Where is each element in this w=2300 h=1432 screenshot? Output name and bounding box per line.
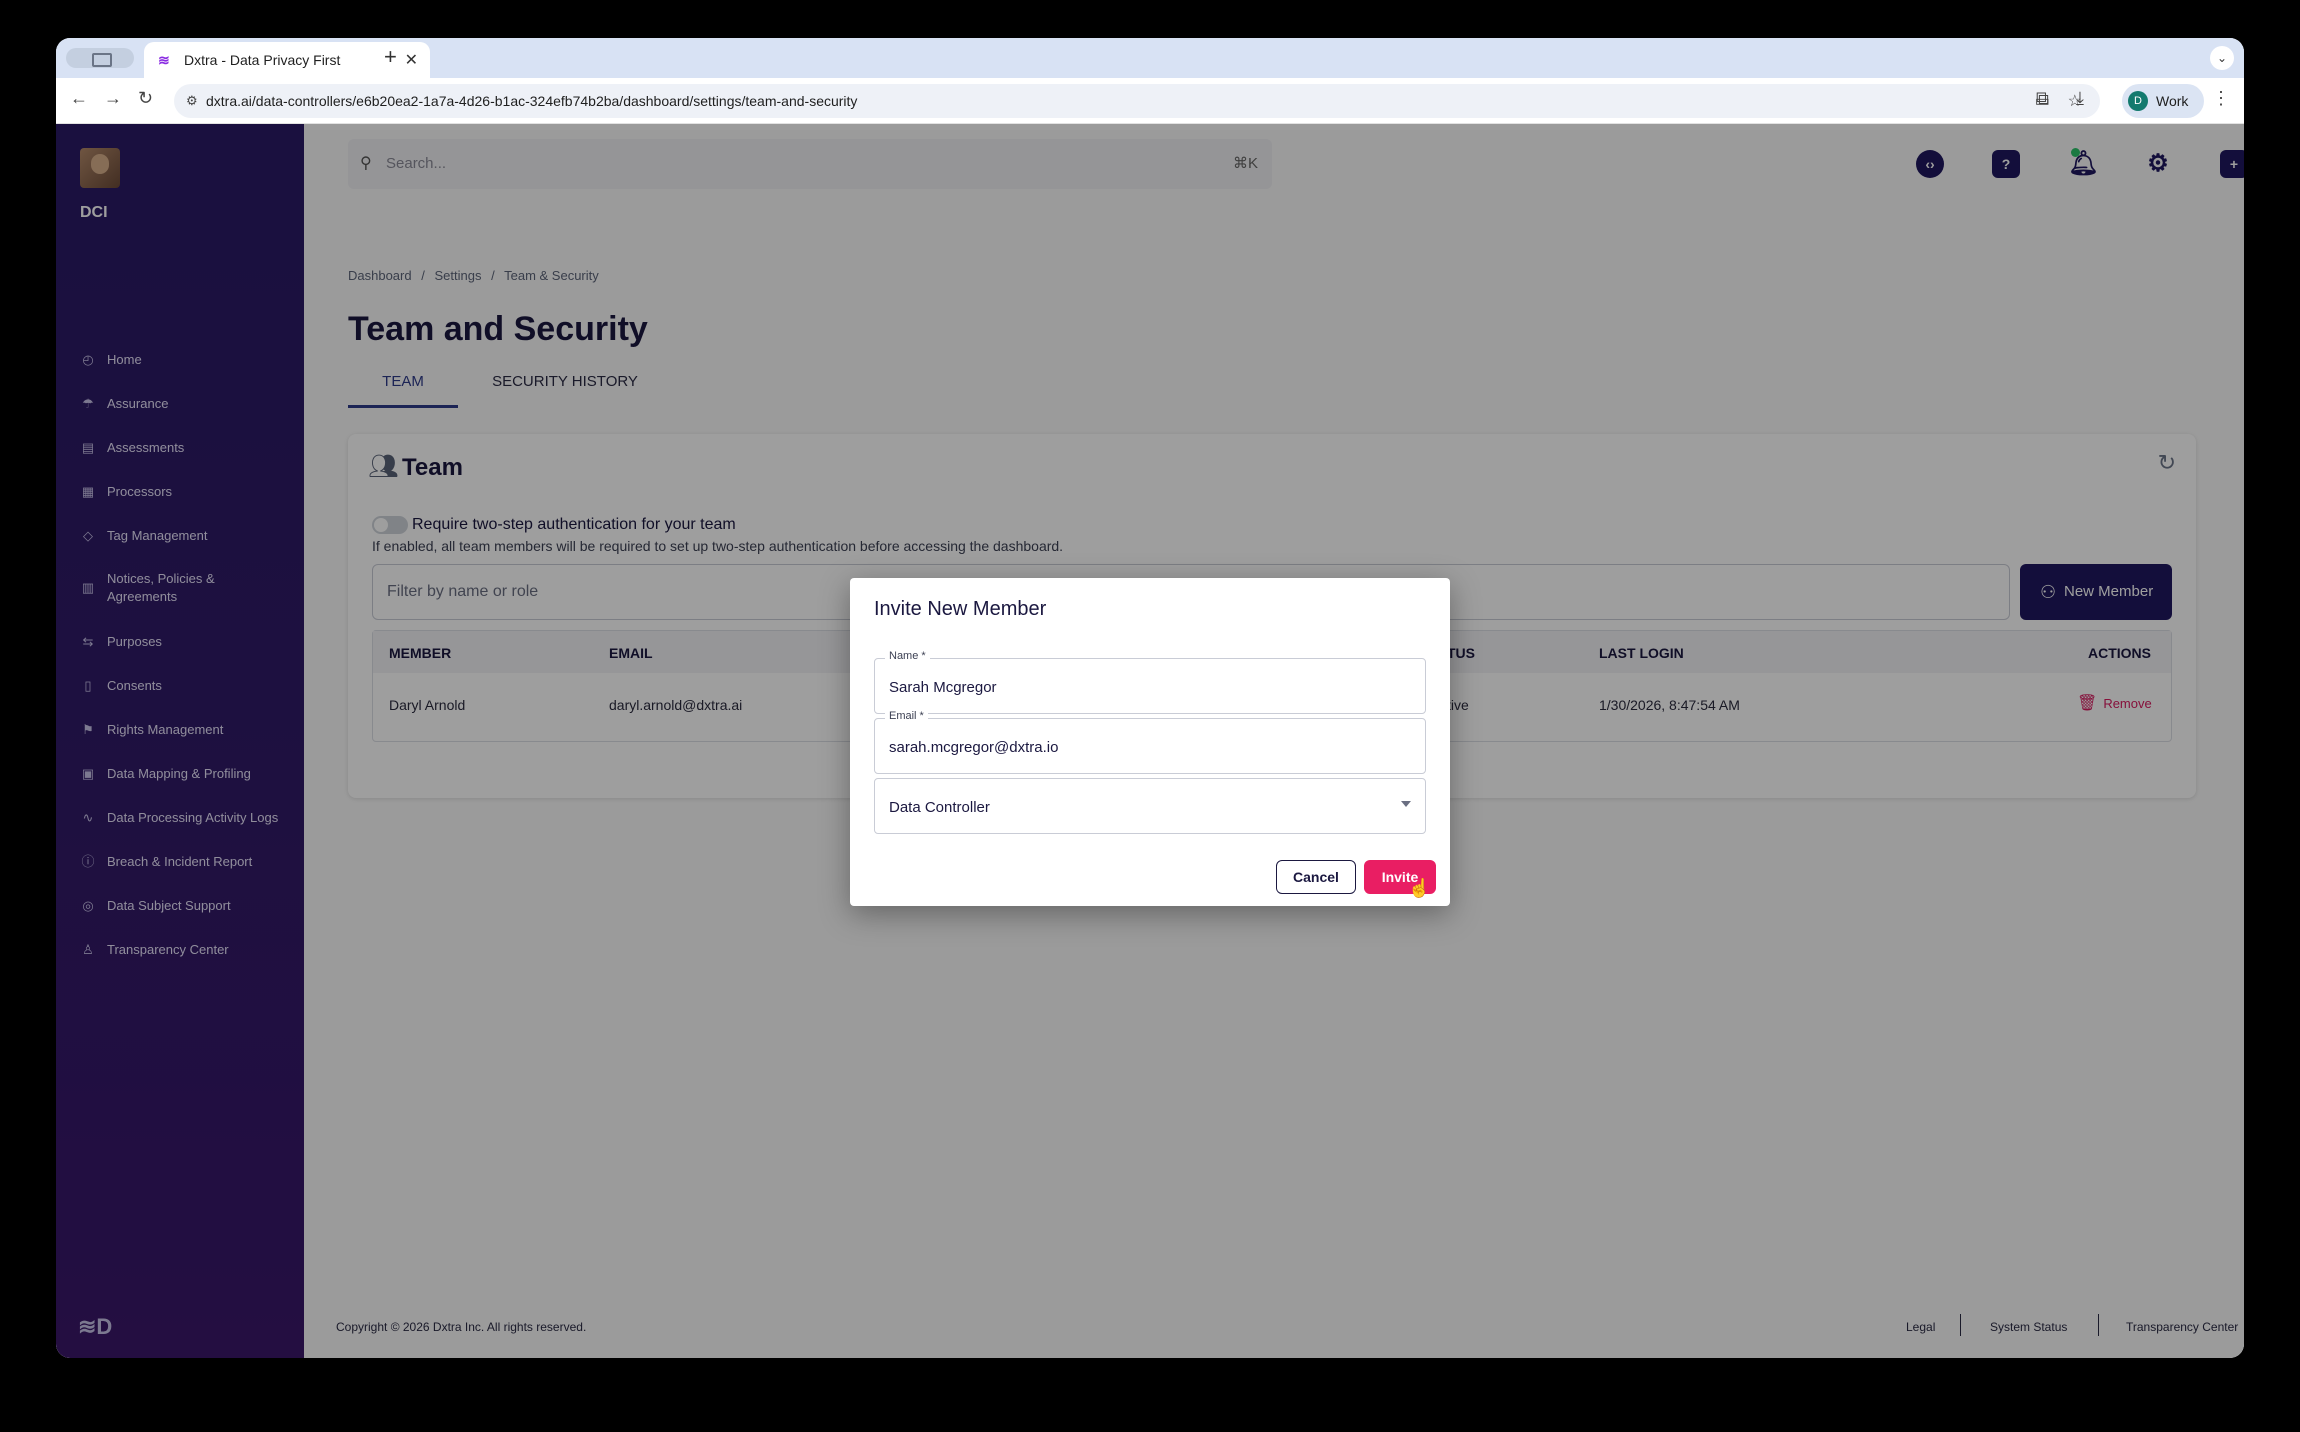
download-icon[interactable]: ⤓ [2076,88,2084,109]
profile-avatar: D [2128,91,2148,111]
reload-icon[interactable]: ↻ [138,88,153,109]
email-field[interactable]: Email * sarah.mcgregor@dxtra.io [874,710,1426,774]
name-field-value[interactable]: Sarah Mcgregor [889,679,997,696]
tab-title: Dxtra - Data Privacy First [184,52,341,68]
forward-icon[interactable]: → [104,88,122,109]
url-text[interactable]: dxtra.ai/data-controllers/e6b20ea2-1a7a-… [206,93,857,109]
tab-strip: ≋ Dxtra - Data Privacy First ✕ + ⌄ [56,38,2244,78]
email-field-value[interactable]: sarah.mcgregor@dxtra.io [889,739,1058,756]
window-switcher-icon[interactable] [66,48,134,68]
close-tab-icon[interactable]: ✕ [405,50,418,70]
email-field-label: Email * [885,710,928,722]
tab-search-icon[interactable]: ⌄ [2210,46,2234,70]
back-icon[interactable]: ← [70,88,88,109]
site-info-icon[interactable]: ⚙ [186,93,202,109]
browser-menu-icon[interactable]: ⋮ [2212,88,2230,109]
dxtra-favicon-icon: ≋ [158,52,170,68]
extensions-icon[interactable]: ⧉ [2036,88,2049,109]
role-select-value: Data Controller [889,799,990,816]
address-bar[interactable]: ⚙ dxtra.ai/data-controllers/e6b20ea2-1a7… [174,84,2100,118]
name-field[interactable]: Name * Sarah Mcgregor [874,650,1426,714]
dialog-title: Invite New Member [874,598,1047,620]
name-field-label: Name * [885,650,930,662]
role-select[interactable]: Data Controller [874,778,1426,834]
mouse-pointer-icon: ☝ [1408,878,1431,898]
profile-label: Work [2156,93,2189,109]
browser-toolbar: ← → ↻ ⚙ dxtra.ai/data-controllers/e6b20e… [56,78,2244,124]
cancel-button[interactable]: Cancel [1276,860,1356,894]
chevron-down-icon [1401,801,1411,807]
invite-member-dialog: Invite New Member Name * Sarah Mcgregor … [850,578,1450,906]
profile-button[interactable]: D Work [2122,84,2204,118]
new-tab-icon[interactable]: + [384,44,397,70]
